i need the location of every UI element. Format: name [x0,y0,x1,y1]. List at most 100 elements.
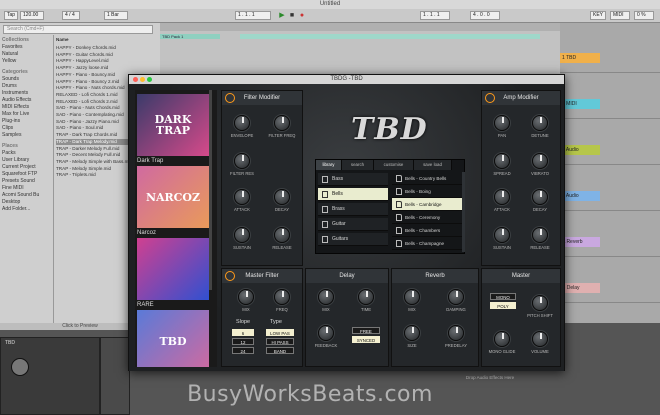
knob[interactable] [234,189,250,205]
knob[interactable] [234,227,250,243]
voice-mode-option[interactable]: POLY [490,302,516,309]
tab-save-load[interactable]: save load [414,160,452,170]
library-category[interactable]: Guitar [318,218,388,231]
preset-name[interactable]: Narcoz [137,230,156,236]
library-scrollbar[interactable] [462,172,465,252]
library-file[interactable]: Bells - Champagne [392,237,462,250]
list-item[interactable]: HAPPY - Donkey Chords.mid [56,45,156,52]
sidebar-item[interactable]: Samples [2,132,52,139]
sidebar-item[interactable]: Desktop [2,199,52,206]
sidebar-item[interactable]: Sounds [2,76,52,83]
knob[interactable] [448,289,464,305]
slope-option[interactable]: 6 [232,329,254,336]
sidebar-item[interactable]: Squarefoot FTP [2,171,52,178]
device-panel[interactable]: TBD [0,337,100,415]
tab-library[interactable]: library [316,160,342,170]
knob[interactable] [358,289,374,305]
library-file[interactable]: Bells - Country Bells [392,172,462,185]
library-file[interactable]: Bells - Chambers [392,224,462,237]
knob[interactable] [532,331,548,347]
power-icon[interactable] [225,93,235,103]
close-icon[interactable] [133,77,138,82]
delay-mode-option[interactable]: SYNCED [352,336,380,343]
filter-type-option[interactable]: BAND [266,347,294,354]
delay-mode-option[interactable]: FREE [352,327,380,334]
timeline-ruler[interactable] [160,23,560,31]
library-category[interactable]: Bells [318,188,388,201]
power-icon[interactable] [225,271,235,281]
loop-length-field[interactable]: 4 . 0 . 0 [470,11,500,20]
knob[interactable] [532,227,548,243]
sidebar-item[interactable]: Drums [2,83,52,90]
preset-name[interactable]: Dark Trap [137,158,163,164]
knob[interactable] [494,331,510,347]
sidebar-item[interactable]: Natural [2,51,52,58]
clip[interactable]: TBD Pack 1 [160,34,220,39]
search-input[interactable]: Search (Cmd+F) [3,25,153,34]
preset-scrollbar[interactable] [209,90,212,290]
knob[interactable] [494,115,510,131]
preset-artwork[interactable]: DARK TRAP [137,94,209,156]
song-position-field[interactable]: 1 . 1 . 1 [235,11,271,20]
clip[interactable] [240,34,540,39]
filter-type-option[interactable]: LOW PAS [266,329,294,336]
knob[interactable] [274,289,290,305]
knob[interactable] [494,227,510,243]
knob[interactable] [274,189,290,205]
sidebar-item[interactable]: User Library [2,157,52,164]
slope-option[interactable]: 12 [232,338,254,345]
knob[interactable] [494,189,510,205]
sidebar-item[interactable]: Yellow [2,58,52,65]
sidebar-item[interactable]: Add Folder... [2,206,52,213]
knob[interactable] [318,325,334,341]
record-icon[interactable]: ● [298,11,306,20]
filter-type-option[interactable]: HI PASS [266,338,294,345]
library-file[interactable]: Bells - Ceremony [392,211,462,224]
preset-artwork[interactable] [137,238,209,300]
track-header[interactable]: 1 TBD [560,53,660,73]
library-file[interactable]: Bells - Boing [392,185,462,198]
tempo-field[interactable]: 120.00 [20,11,44,20]
list-item[interactable]: HAPPY - HappyLevel.mid [56,58,156,65]
sidebar-item[interactable]: Instruments [2,90,52,97]
sidebar-item[interactable]: Favorites [2,44,52,51]
library-file[interactable]: Bells - Cambridge [392,198,462,211]
preset-artwork[interactable]: NARCOZ [137,166,209,228]
knob[interactable] [448,325,464,341]
midi-map-button[interactable]: MIDI [610,11,630,20]
sidebar-item[interactable]: Presets Sound [2,178,52,185]
knob[interactable] [494,153,510,169]
time-signature-field[interactable]: 4 / 4 [62,11,80,20]
knob[interactable] [532,153,548,169]
sidebar-item[interactable]: Max for Live [2,111,52,118]
knob[interactable] [318,289,334,305]
knob[interactable] [274,227,290,243]
track-header[interactable]: 3 Audio [560,145,660,165]
list-item[interactable]: HAPPY - Jazzy loose.mid [56,65,156,72]
library-category[interactable]: Brass [318,203,388,216]
quantize-select[interactable]: 1 Bar [104,11,128,20]
loop-start-field[interactable]: 1 . 1 . 1 [420,11,450,20]
knob[interactable] [404,289,420,305]
knob[interactable] [238,289,254,305]
tap-button[interactable]: Tap [4,11,18,20]
knob[interactable] [274,115,290,131]
key-map-button[interactable]: KEY [590,11,606,20]
zoom-icon[interactable] [147,77,152,82]
track-header[interactable]: 4 Audio [560,191,660,211]
stop-icon[interactable]: ■ [288,11,296,20]
knob[interactable] [234,153,250,169]
voice-mode-option[interactable]: MONO [490,293,516,300]
track-header[interactable]: A Reverb [560,237,660,257]
sidebar-item[interactable]: Fine MIDI [2,185,52,192]
slope-option[interactable]: 24 [232,347,254,354]
sidebar-item[interactable]: MIDI Effects [2,104,52,111]
knob[interactable] [532,295,548,311]
sidebar-item[interactable]: Current Project [2,164,52,171]
library-category[interactable]: Guitars [318,233,388,246]
play-icon[interactable]: ▶ [278,11,286,20]
power-icon[interactable] [485,93,495,103]
knob[interactable] [532,189,548,205]
sidebar-item[interactable]: Plug-ins [2,118,52,125]
knob[interactable] [532,115,548,131]
